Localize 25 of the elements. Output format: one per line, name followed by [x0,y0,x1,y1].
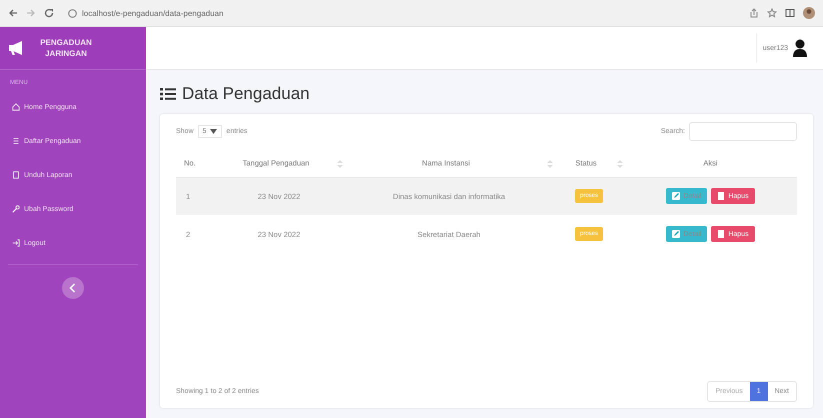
sort-icon [617,160,623,168]
collapse-button-icon[interactable] [62,277,84,299]
brand-title: PENGADUAN JARINGAN [39,36,93,60]
reload-icon[interactable] [44,8,54,18]
sort-icon [547,160,553,168]
page-title: Data Pengaduan [182,84,310,104]
file-icon [12,171,20,179]
profile-avatar-icon[interactable] [803,7,815,19]
edit-icon [672,192,680,200]
user-icon [793,39,807,57]
url-text: localhost/e-pengaduan/data-pengaduan [82,8,224,18]
list-icon [160,87,176,101]
back-icon[interactable] [8,8,18,18]
caret-icon [210,129,218,134]
share-icon[interactable] [749,8,759,18]
sidebar-icon[interactable] [785,8,795,18]
search-field[interactable] [689,122,797,141]
star-icon[interactable] [767,8,777,18]
exit-icon [12,239,20,247]
list-icon [12,137,20,145]
key-icon [12,205,20,213]
address-bar[interactable]: localhost/e-pengaduan/data-pengaduan [62,3,741,23]
edit-icon [672,230,680,238]
sort-icon [337,160,343,168]
home-icon [12,103,20,111]
